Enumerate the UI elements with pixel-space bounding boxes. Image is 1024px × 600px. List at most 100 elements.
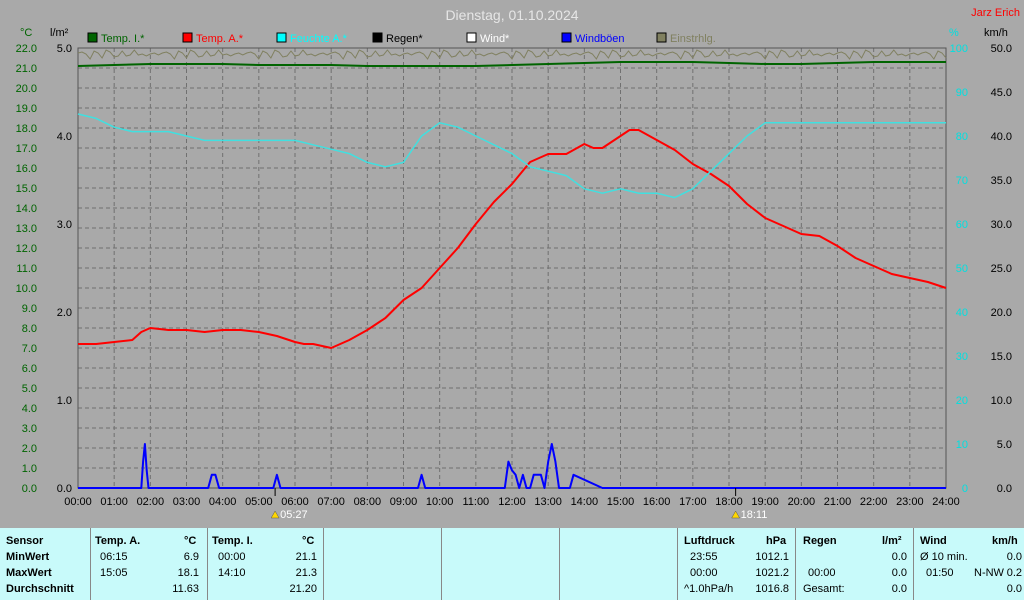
y-temp-tick-label: 8.0 [22,323,37,335]
x-tick-label: 23:00 [896,496,924,508]
x-tick-label: 00:00 [64,496,92,508]
rain-unit: l/m² [882,535,902,547]
y-temp-tick-label: 14.0 [16,203,37,215]
wind-unit: km/h [992,535,1018,547]
x-tick-label: 13:00 [534,496,562,508]
y-temp-tick-label: 20.0 [16,83,37,95]
temp-i-min-time: 00:00 [218,551,246,563]
x-tick-label: 19:00 [751,496,779,508]
x-tick-label: 01:00 [100,496,128,508]
y-temp-tick-label: 17.0 [16,143,37,155]
y-temp-tick-label: 22.0 [16,43,37,55]
x-tick-label: 09:00 [390,496,418,508]
x-tick-label: 11:00 [462,496,489,508]
x-tick-label: 03:00 [173,496,201,508]
y-temp-tick-label: 10.0 [16,283,37,295]
temp-a-min-time: 06:15 [100,551,128,563]
wind-header: Wind [920,535,947,547]
legend-label: Temp. I.* [101,33,145,45]
y-wind-tick-label: 30.0 [991,219,1012,231]
x-tick-label: 18:00 [715,496,743,508]
y-temp-tick-label: 9.0 [22,303,37,315]
y-rain-tick-label: 2.0 [57,307,72,319]
legend-swatch [466,32,477,43]
y-wind-tick-label: 45.0 [991,87,1012,99]
temp-a-max-time: 15:05 [100,567,128,579]
y-temp-tick-label: 16.0 [16,163,37,175]
y-hum-tick-label: 100 [950,43,968,55]
y-rain-tick-label: 5.0 [57,43,72,55]
y-temp-tick-label: 21.0 [16,63,37,75]
pressure-max-value: 1021.2 [755,567,789,579]
y-hum-tick-label: 80 [956,131,968,143]
wind-max-direction: N-NW [974,567,1004,579]
pressure-max-time: 00:00 [690,567,718,579]
x-tick-label: 21:00 [824,496,852,508]
sensor-header: Sensor [6,535,44,547]
y-temp-tick-label: 18.0 [16,123,37,135]
legend-label: Feuchte A.* [290,33,348,45]
unit-wind: km/h [984,27,1008,39]
y-temp-tick-label: 19.0 [16,103,37,115]
temp-i-header: Temp. I. [212,535,253,547]
pressure-avg-value: 1016.8 [755,583,789,595]
wind-max-value: 0.2 [1006,567,1022,579]
x-tick-label: 08:00 [354,496,382,508]
temp-i-max-value: 21.3 [295,567,317,579]
pressure-unit: hPa [766,535,787,547]
y-hum-tick-label: 90 [956,87,968,99]
wind-max-time: 01:50 [926,567,954,579]
y-rain-tick-label: 1.0 [57,395,72,407]
rain-max-time: 00:00 [808,567,836,579]
x-tick-label: 15:00 [607,496,635,508]
y-temp-tick-label: 0.0 [22,483,37,495]
unit-rain: l/m² [50,27,69,39]
y-hum-tick-label: 30 [956,351,968,363]
x-tick-label: 06:00 [281,496,309,508]
pressure-min-value: 1012.1 [755,551,789,563]
legend-label: Temp. A.* [196,33,244,45]
temp-i-avg-value: 21.20 [289,583,317,595]
legend-swatch [276,32,287,43]
y-hum-tick-label: 40 [956,307,968,319]
y-wind-tick-label: 35.0 [991,175,1012,187]
legend-swatch [561,32,572,43]
legend-swatch [87,32,98,43]
y-wind-tick-label: 20.0 [991,307,1012,319]
y-wind-tick-label: 10.0 [991,395,1012,407]
row-label-avg: Durchschnitt [6,583,74,595]
y-temp-tick-label: 13.0 [16,223,37,235]
y-rain-tick-label: 4.0 [57,131,72,143]
unit-humidity: % [949,27,959,39]
y-temp-tick-label: 1.0 [22,463,37,475]
x-tick-label: 12:00 [498,496,526,508]
sunset-icon [731,510,741,519]
pressure-trend: ^1.0hPa/h [684,583,734,595]
x-tick-label: 17:00 [679,496,707,508]
rain-total-label: Gesamt: [803,583,845,595]
unit-temp: °C [20,27,32,39]
x-tick-label: 24:00 [932,496,960,508]
temp-a-header: Temp. A. [95,535,141,547]
y-wind-tick-label: 0.0 [997,483,1012,495]
rain-max-value: 0.0 [891,567,907,579]
author-label: Jarz Erich [971,7,1020,19]
wind-min-value: 0.0 [1006,551,1022,563]
legend-label: Windböen [575,33,625,45]
y-temp-tick-label: 5.0 [22,383,37,395]
x-tick-label: 16:00 [643,496,671,508]
pressure-header: Luftdruck [684,535,735,547]
row-label-min: MinWert [6,551,50,563]
y-hum-tick-label: 70 [956,175,968,187]
x-tick-label: 07:00 [317,496,345,508]
y-wind-tick-label: 25.0 [991,263,1012,275]
y-rain-tick-label: 0.0 [57,483,72,495]
rain-total-value: 0.0 [891,583,907,595]
x-tick-label: 04:00 [209,496,237,508]
temp-a-min-value: 6.9 [183,551,199,563]
x-tick-label: 22:00 [860,496,888,508]
temp-a-max-value: 18.1 [177,567,199,579]
x-tick-label: 02:00 [137,496,165,508]
y-wind-tick-label: 50.0 [991,43,1012,55]
legend-swatch [182,32,193,43]
